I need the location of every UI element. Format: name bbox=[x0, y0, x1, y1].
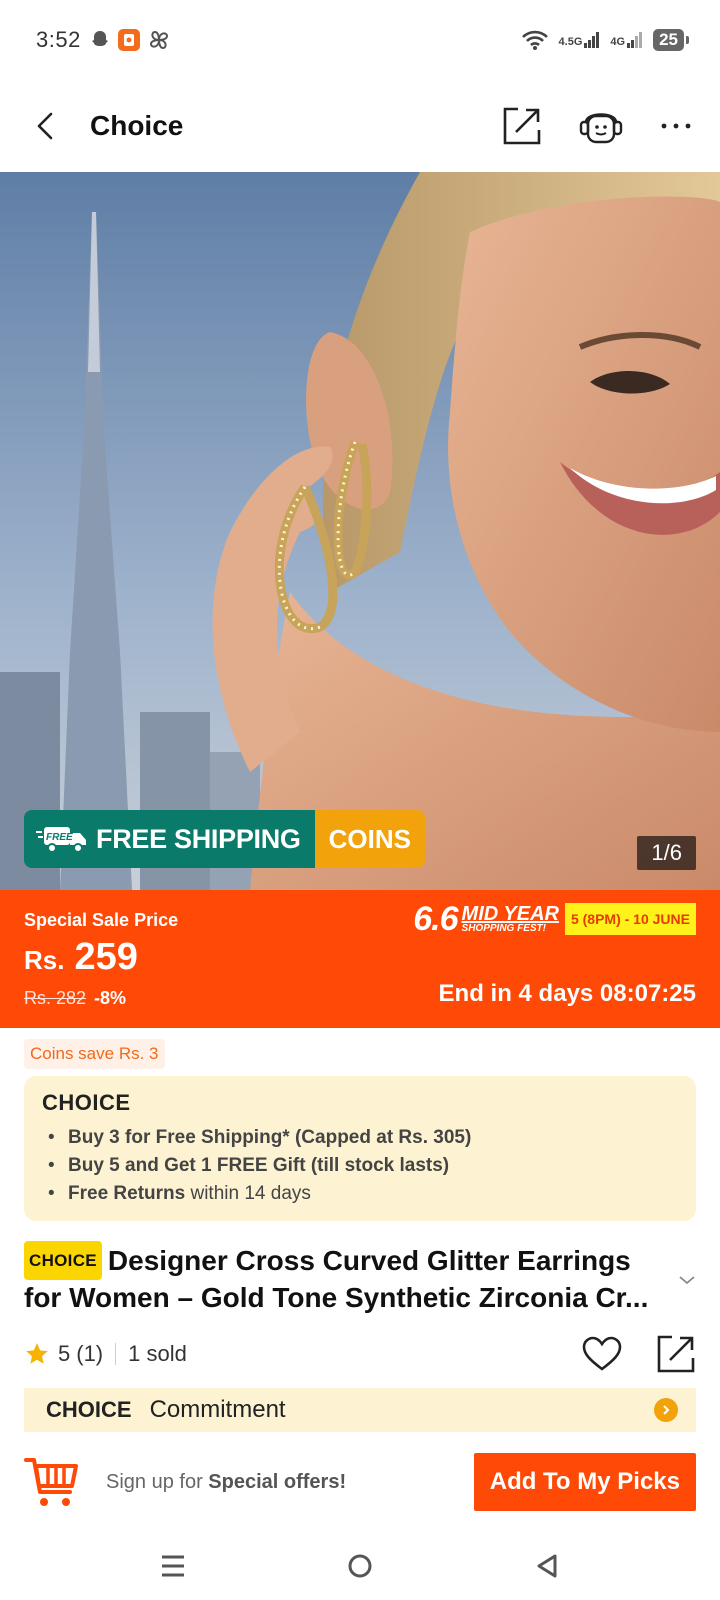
recent-apps-button[interactable] bbox=[159, 1553, 187, 1579]
system-back-button[interactable] bbox=[533, 1552, 561, 1580]
free-shipping-coins-banner: FREE FREE SHIPPING COINS bbox=[24, 810, 425, 868]
sold-count: 1 sold bbox=[128, 1341, 187, 1366]
wishlist-button[interactable] bbox=[582, 1336, 622, 1372]
choice-logo: CHOICE bbox=[42, 1090, 131, 1115]
product-actions bbox=[582, 1334, 696, 1374]
share-product-button[interactable] bbox=[656, 1334, 696, 1374]
fest-date-number: 6.6 bbox=[413, 900, 458, 938]
divider bbox=[115, 1343, 117, 1365]
share-button[interactable] bbox=[502, 106, 542, 146]
product-image-carousel[interactable]: FREE FREE SHIPPING COINS 1/6 bbox=[0, 172, 720, 890]
price-currency: Rs. bbox=[24, 945, 65, 975]
product-title-text: Designer Cross Curved Glitter Earrings f… bbox=[24, 1245, 649, 1313]
sale-countdown: End in 4 days 08:07:25 bbox=[438, 980, 696, 1007]
free-shipping-badge: FREE FREE SHIPPING bbox=[24, 810, 315, 868]
sale-price-label: Special Sale Price bbox=[24, 910, 179, 930]
star-icon bbox=[26, 1343, 48, 1364]
menu-icon bbox=[162, 1555, 185, 1577]
expand-title-button[interactable] bbox=[678, 1273, 696, 1291]
choice-badge: CHOICE bbox=[24, 1241, 102, 1280]
battery-indicator: 25 bbox=[653, 29, 689, 51]
coins-label: COINS bbox=[314, 810, 425, 868]
truck-icon: FREE bbox=[36, 827, 86, 853]
status-bar: 3:52 4.5G 4G 25 bbox=[0, 0, 720, 80]
chevron-right-icon bbox=[654, 1398, 678, 1422]
product-title: CHOICE Designer Cross Curved Glitter Earr… bbox=[24, 1241, 664, 1315]
share-icon bbox=[657, 1335, 695, 1373]
perk-item: Free Returns within 14 days bbox=[48, 1180, 678, 1208]
mid-year-fest-badge: 6.6 MID YEAR SHOPPING FEST! 5 (8PM) - 10… bbox=[413, 902, 696, 936]
back-nav-icon bbox=[537, 1554, 557, 1578]
discount-percent: -8% bbox=[94, 988, 127, 1008]
current-price: Rs. 259 bbox=[24, 936, 138, 979]
notification-icons bbox=[89, 28, 171, 52]
pinwheel-icon bbox=[149, 30, 168, 50]
support-icon bbox=[579, 113, 623, 144]
bottom-action-bar: Sign up for Special offers! Add To My Pi… bbox=[0, 1432, 720, 1532]
cart-button[interactable] bbox=[24, 1454, 80, 1510]
back-button[interactable] bbox=[28, 108, 64, 144]
perk-item: Buy 5 and Get 1 FREE Gift (till stock la… bbox=[48, 1152, 678, 1180]
choice-perks-card[interactable]: CHOICE Buy 3 for Free Shipping* (Capped … bbox=[24, 1076, 696, 1221]
perk-item: Buy 3 for Free Shipping* (Capped at Rs. … bbox=[48, 1124, 678, 1152]
choice-commitment-row[interactable]: CHOICE Commitment bbox=[24, 1388, 696, 1432]
choice-logo: CHOICE bbox=[46, 1397, 132, 1422]
chevron-down-icon bbox=[679, 1276, 695, 1285]
system-navigation-bar bbox=[0, 1532, 720, 1600]
top-app-bar: Choice bbox=[0, 80, 720, 172]
wifi-icon bbox=[521, 30, 548, 50]
price-value: 259 bbox=[74, 936, 138, 978]
product-photo bbox=[0, 172, 720, 890]
app-notification-icon bbox=[117, 29, 140, 51]
header-actions bbox=[502, 106, 692, 146]
signup-prompt[interactable]: Sign up for Special offers! bbox=[106, 1471, 346, 1494]
image-pager: 1/6 bbox=[637, 836, 696, 870]
page-title: Choice bbox=[90, 110, 184, 141]
more-options-button[interactable] bbox=[660, 121, 692, 131]
signal-4-5g: 4.5G bbox=[559, 32, 601, 48]
free-badge-text: FREE bbox=[46, 832, 73, 843]
share-icon bbox=[503, 107, 541, 145]
signal-bars-icon bbox=[627, 32, 643, 48]
free-shipping-label: FREE SHIPPING bbox=[96, 823, 301, 854]
status-time: 3:52 bbox=[36, 27, 81, 52]
heart-icon bbox=[582, 1336, 622, 1371]
original-price-row: Rs. 282 -8% bbox=[24, 988, 126, 1009]
original-price: Rs. 282 bbox=[24, 988, 87, 1008]
price-banner: Special Sale Price Rs. 259 Rs. 282 -8% 6… bbox=[0, 890, 720, 1028]
product-title-row[interactable]: CHOICE Designer Cross Curved Glitter Earr… bbox=[24, 1241, 696, 1315]
signal-bars-icon bbox=[584, 32, 600, 48]
snapchat-icon bbox=[91, 31, 108, 46]
rating-row: 5 (1) 1 sold bbox=[24, 1332, 696, 1376]
home-icon bbox=[348, 1554, 372, 1578]
add-to-my-picks-button[interactable]: Add To My Picks bbox=[473, 1453, 696, 1511]
home-button[interactable] bbox=[346, 1552, 374, 1580]
rating-score: 5 bbox=[58, 1341, 71, 1366]
perks-list: Buy 3 for Free Shipping* (Capped at Rs. … bbox=[42, 1124, 678, 1208]
fest-dates: 5 (8PM) - 10 JUNE bbox=[564, 903, 696, 935]
cart-icon bbox=[24, 1458, 78, 1506]
more-icon bbox=[661, 123, 691, 129]
review-count[interactable]: (1) bbox=[76, 1341, 103, 1367]
coins-save-tag: Coins save Rs. 3 bbox=[24, 1039, 165, 1069]
signal-4g: 4G bbox=[610, 32, 643, 48]
commitment-label: Commitment bbox=[149, 1396, 286, 1423]
fest-name: MID YEAR SHOPPING FEST! bbox=[461, 903, 559, 934]
customer-support-button[interactable] bbox=[578, 106, 624, 146]
status-right: 4.5G 4G 25 bbox=[521, 29, 689, 51]
back-icon bbox=[37, 112, 53, 140]
